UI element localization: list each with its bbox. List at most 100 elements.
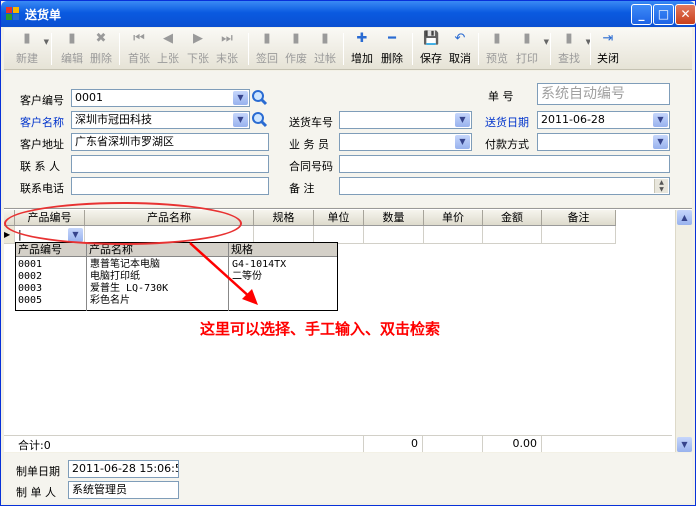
payment-label: 付款方式 bbox=[485, 138, 529, 151]
chevron-down-icon[interactable]: ▼ bbox=[653, 135, 668, 149]
first-icon: ⏮ bbox=[133, 31, 145, 46]
window-title: 送货单 bbox=[25, 8, 62, 22]
edit-button[interactable]: ▮ 编辑 bbox=[57, 30, 87, 68]
first-record-button[interactable]: ⏮ 首张 bbox=[124, 30, 154, 68]
product-lookup-popup: 产品编号 产品名称 规格 0001 惠普笔记本电脑 G4-1014TX 0002… bbox=[15, 242, 338, 311]
quantity-cell[interactable] bbox=[364, 226, 424, 244]
sign-back-button[interactable]: ▮ 签回 bbox=[252, 30, 282, 68]
col-spec[interactable]: 规格 bbox=[254, 210, 314, 225]
close-window-button[interactable]: ✕ bbox=[675, 4, 696, 25]
print-button[interactable]: ▮ 打印 ▼ bbox=[512, 30, 549, 68]
binoculars-icon: ▮ bbox=[565, 31, 573, 46]
prev-icon: ◀ bbox=[163, 31, 173, 46]
void-icon: ▮ bbox=[292, 31, 300, 46]
maker-label: 制 单 人 bbox=[16, 486, 56, 499]
total-amount: 0.00 bbox=[482, 436, 542, 452]
toolbar: ▮ 新建 ▼ ▮ 编辑 ✖ 删除 ⏮ 首张 ◀ 上张 ▶ 下张 ⏭ 末张 ▮ 签… bbox=[4, 28, 692, 70]
scroll-down-icon[interactable]: ▼ bbox=[677, 437, 692, 452]
col-remark[interactable]: 备注 bbox=[542, 210, 616, 225]
delivery-note-window: 送货单 _ □ ✕ ▮ 新建 ▼ ▮ 编辑 ✖ 删除 ⏮ 首张 ◀ 上张 ▶ 下… bbox=[0, 0, 696, 506]
chevron-down-icon: ▼ bbox=[43, 38, 49, 46]
header-form: 客户编号 0001 ▼ 单 号 系统自动编号 客户名称 深圳市冠田科技 ▼ 送货… bbox=[4, 71, 692, 207]
remark-label: 备 注 bbox=[289, 182, 315, 195]
made-date-label: 制单日期 bbox=[16, 465, 60, 478]
sign-icon: ▮ bbox=[263, 31, 271, 46]
made-date-field: 2011-06-28 15:06:55 bbox=[68, 460, 179, 478]
scroll-up-icon[interactable]: ▲ bbox=[677, 210, 692, 225]
contract-input[interactable] bbox=[339, 155, 670, 173]
phone-input[interactable] bbox=[71, 177, 269, 195]
grid-scrollbar[interactable]: ▲ ▼ bbox=[675, 210, 692, 452]
customer-code-label: 客户编号 bbox=[20, 94, 64, 107]
chevron-down-icon[interactable]: ▼ bbox=[233, 91, 248, 105]
order-no-field[interactable]: 系统自动编号 bbox=[537, 83, 670, 105]
exit-door-icon: ⇥ bbox=[602, 31, 614, 46]
chevron-down-icon: ▼ bbox=[543, 38, 549, 46]
preview-icon: ▮ bbox=[493, 31, 501, 46]
add-row-button[interactable]: ✚ 增加 bbox=[347, 30, 377, 68]
save-button[interactable]: 💾 保存 bbox=[416, 30, 446, 68]
preview-button[interactable]: ▮ 预览 bbox=[482, 30, 512, 68]
search-icon[interactable] bbox=[251, 111, 268, 128]
chevron-down-icon[interactable]: ▼ bbox=[455, 113, 470, 127]
spin-icon[interactable]: ▲ ▼ bbox=[654, 179, 668, 193]
undo-icon: ↶ bbox=[454, 31, 466, 46]
last-icon: ⏭ bbox=[221, 31, 233, 46]
amount-cell[interactable] bbox=[483, 226, 542, 244]
customer-addr-input[interactable]: 广东省深圳市罗湖区 bbox=[71, 133, 269, 151]
remove-row-button[interactable]: ━ 删除 bbox=[377, 30, 407, 68]
cancel-button[interactable]: ↶ 取消 bbox=[445, 30, 475, 68]
customer-addr-label: 客户地址 bbox=[20, 138, 64, 151]
footer-form: 制单日期 2011-06-28 15:06:55 制 单 人 系统管理员 bbox=[4, 453, 692, 503]
total-quantity: 0 bbox=[363, 436, 423, 452]
remark-input[interactable]: ▲ ▼ bbox=[339, 177, 670, 195]
chevron-down-icon[interactable]: ▼ bbox=[455, 135, 470, 149]
payment-combo[interactable]: ▼ bbox=[537, 133, 670, 151]
delete-button[interactable]: ✖ 删除 bbox=[86, 30, 116, 68]
col-price[interactable]: 单价 bbox=[424, 210, 483, 225]
salesman-combo[interactable]: ▼ bbox=[339, 133, 472, 151]
delivery-date-label: 送货日期 bbox=[485, 116, 529, 129]
minus-icon: ━ bbox=[388, 31, 396, 46]
close-button[interactable]: ⇥ 关闭 bbox=[593, 30, 623, 68]
vehicle-combo[interactable]: ▼ bbox=[339, 111, 472, 129]
minimize-button[interactable]: _ bbox=[631, 4, 652, 25]
void-button[interactable]: ▮ 作废 bbox=[281, 30, 311, 68]
customer-name-combo[interactable]: 深圳市冠田科技 ▼ bbox=[71, 111, 250, 129]
title-bar: 送货单 _ □ ✕ bbox=[1, 1, 696, 27]
col-quantity[interactable]: 数量 bbox=[364, 210, 424, 225]
col-amount[interactable]: 金额 bbox=[483, 210, 542, 225]
contract-label: 合同号码 bbox=[289, 160, 333, 173]
maker-field: 系统管理员 bbox=[68, 481, 179, 499]
price-cell[interactable] bbox=[424, 226, 483, 244]
annotation-text: 这里可以选择、手工输入、双击检索 bbox=[200, 320, 441, 338]
next-record-button[interactable]: ▶ 下张 bbox=[183, 30, 213, 68]
phone-label: 联系电话 bbox=[20, 182, 64, 195]
order-no-label: 单 号 bbox=[488, 90, 514, 103]
find-button[interactable]: ▮ 查找 ▼ bbox=[554, 30, 591, 68]
delete-x-icon: ✖ bbox=[95, 31, 107, 46]
delivery-date-combo[interactable]: 2011-06-28 ▼ bbox=[537, 111, 670, 129]
plus-icon: ✚ bbox=[356, 31, 368, 46]
annotation-arrow bbox=[189, 242, 258, 305]
next-icon: ▶ bbox=[193, 31, 203, 46]
search-icon[interactable] bbox=[251, 89, 268, 106]
remark-cell[interactable] bbox=[542, 226, 616, 244]
col-unit[interactable]: 单位 bbox=[314, 210, 364, 225]
totals-label: 合计:0 bbox=[18, 439, 51, 452]
printer-icon: ▮ bbox=[523, 31, 531, 46]
maximize-button[interactable]: □ bbox=[653, 4, 674, 25]
customer-name-label: 客户名称 bbox=[20, 116, 64, 129]
new-button[interactable]: ▮ 新建 ▼ bbox=[12, 30, 49, 68]
contact-input[interactable] bbox=[71, 155, 269, 173]
save-disk-icon: 💾 bbox=[423, 31, 440, 46]
chevron-down-icon[interactable]: ▼ bbox=[233, 113, 248, 127]
totals-row: 合计:0 0 0.00 bbox=[4, 435, 672, 452]
new-document-icon: ▮ bbox=[23, 31, 31, 46]
last-record-button[interactable]: ⏭ 末张 bbox=[212, 30, 242, 68]
post-button[interactable]: ▮ 过帐 bbox=[310, 30, 340, 68]
post-icon: ▮ bbox=[321, 31, 329, 46]
customer-code-combo[interactable]: 0001 ▼ bbox=[71, 89, 250, 107]
prev-record-button[interactable]: ◀ 上张 bbox=[153, 30, 183, 68]
chevron-down-icon[interactable]: ▼ bbox=[653, 113, 668, 127]
